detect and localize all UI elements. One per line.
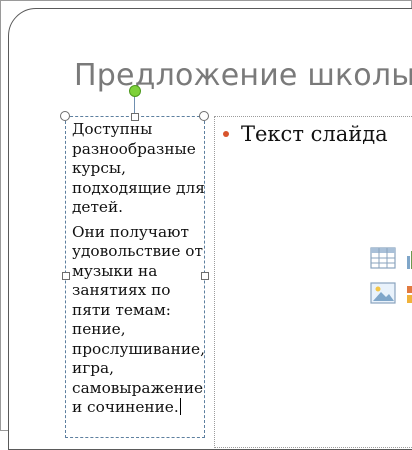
placeholder-bullet-text[interactable]: Текст слайда bbox=[241, 122, 388, 146]
rotation-handle[interactable] bbox=[129, 85, 141, 97]
resize-handle-left[interactable] bbox=[62, 272, 70, 280]
textbox-paragraph-1: Доступны разнообразные курсы, подходящие… bbox=[72, 120, 205, 216]
picture-icon[interactable] bbox=[370, 281, 396, 305]
bullet-dot bbox=[223, 131, 229, 137]
textbox-content[interactable]: Доступны разнообразные курсы, подходящие… bbox=[72, 120, 206, 423]
text-cursor bbox=[179, 398, 182, 415]
clip-art-icon[interactable] bbox=[406, 283, 412, 305]
textbox-paragraph-2: Они получают удовольствие от музыки на з… bbox=[72, 222, 205, 417]
slide-title[interactable]: Предложение школы bbox=[74, 58, 412, 93]
resize-handle-top-left[interactable] bbox=[60, 111, 70, 121]
chart-icon[interactable] bbox=[406, 248, 412, 270]
table-icon[interactable] bbox=[370, 246, 396, 270]
